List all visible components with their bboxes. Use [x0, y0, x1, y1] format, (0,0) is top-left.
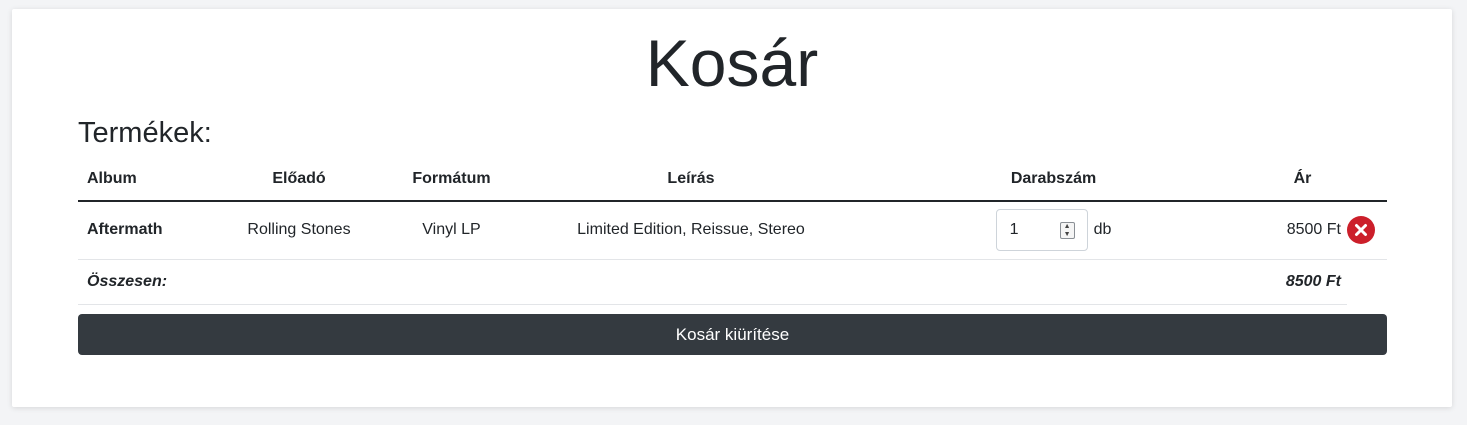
quantity-unit: db — [1093, 221, 1112, 239]
header-description: Leírás — [530, 157, 852, 202]
cell-album: Aftermath — [78, 201, 225, 260]
header-artist: Előadó — [225, 157, 373, 202]
cart-card: Kosár Termékek: Album Előadó Formátum Le… — [12, 9, 1452, 407]
header-price: Ár — [1255, 157, 1347, 202]
header-format: Formátum — [373, 157, 530, 202]
quantity-group: 1 ▲ ▼ db — [995, 209, 1112, 252]
cell-quantity: 1 ▲ ▼ db — [852, 201, 1255, 260]
quantity-stepper[interactable]: 1 ▲ ▼ — [995, 209, 1088, 252]
total-empty-cell — [852, 259, 1255, 305]
cart-table: Album Előadó Formátum Leírás Darabszám Á… — [78, 157, 1387, 305]
products-heading: Termékek: — [78, 117, 212, 149]
quantity-value[interactable]: 1 — [1010, 221, 1019, 239]
total-empty-cell — [1347, 259, 1387, 304]
cell-description: Limited Edition, Reissue, Stereo — [530, 201, 852, 260]
page-title: Kosár — [645, 26, 819, 100]
cell-price: 8500 Ft — [1255, 201, 1347, 260]
chevron-up-icon[interactable]: ▲ — [1064, 223, 1071, 230]
remove-item-button[interactable] — [1347, 216, 1375, 245]
header-action — [1347, 157, 1387, 202]
close-circle-icon — [1355, 224, 1367, 237]
cell-remove — [1347, 201, 1387, 260]
spinner-buttons[interactable]: ▲ ▼ — [1059, 221, 1075, 239]
total-label: Összesen: — [78, 259, 225, 305]
clear-cart-button[interactable]: Kosár kiürítése — [78, 314, 1387, 355]
total-empty-cell — [373, 259, 530, 305]
total-empty-cell — [530, 259, 852, 305]
chevron-down-icon[interactable]: ▼ — [1064, 231, 1071, 238]
table-row: Aftermath Rolling Stones Vinyl LP Limite… — [78, 201, 1387, 260]
header-quantity: Darabszám — [852, 157, 1255, 202]
total-value: 8500 Ft — [1255, 259, 1347, 305]
cell-format: Vinyl LP — [373, 201, 530, 260]
table-header-row: Album Előadó Formátum Leírás Darabszám Á… — [78, 157, 1387, 202]
total-empty-cell — [225, 259, 373, 305]
cell-artist: Rolling Stones — [225, 201, 373, 260]
total-row: Összesen: 8500 Ft — [78, 259, 1387, 305]
header-album: Album — [78, 157, 225, 202]
